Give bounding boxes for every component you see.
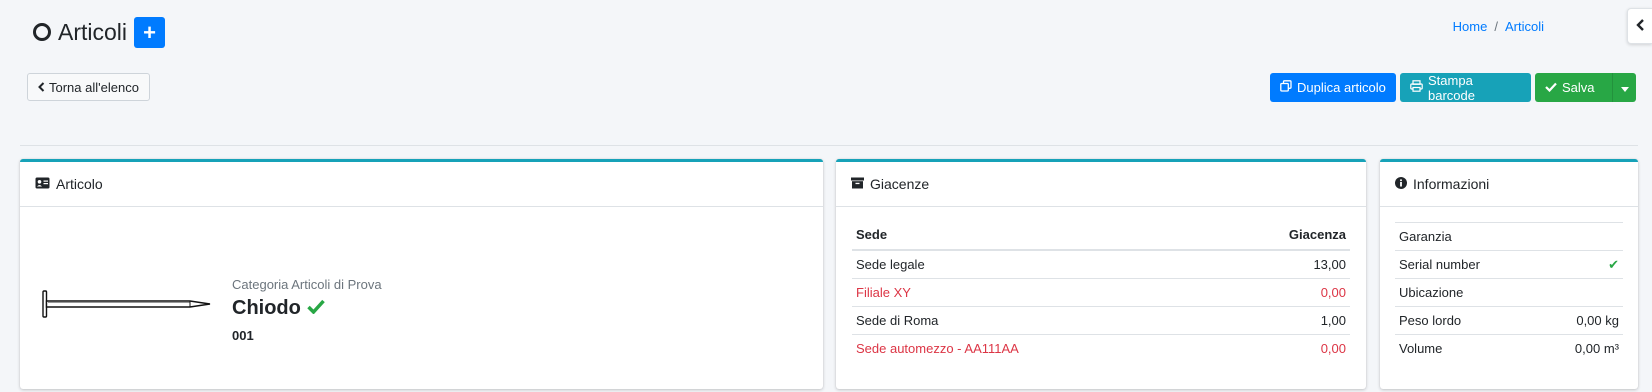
breadcrumb: Home / Articoli [1452, 19, 1544, 34]
article-card: Articolo Categoria Articoli di Prova Chi… [20, 159, 823, 389]
page-header: Articoli + [33, 16, 166, 48]
info-label: Serial number [1395, 250, 1539, 279]
chevron-left-icon [1635, 18, 1645, 35]
column-header-giacenza: Giacenza [1212, 220, 1350, 251]
info-card: Informazioni Garanzia Serial number ✔ Ub… [1380, 159, 1638, 389]
print-barcode-label: Stampa barcode [1428, 72, 1475, 103]
info-card-header: Informazioni [1380, 162, 1638, 207]
duplicate-article-button[interactable]: Duplica articolo [1270, 73, 1396, 102]
stock-card: Giacenze Sede Giacenza Sede legale 13,00… [836, 159, 1366, 389]
stock-quantity: 0,00 [1212, 333, 1350, 362]
info-label: Volume [1395, 334, 1539, 363]
archive-icon [851, 176, 864, 192]
sidebar-toggle-button[interactable] [1627, 8, 1652, 44]
product-name: Chiodo [232, 297, 301, 319]
add-article-button[interactable]: + [134, 16, 166, 48]
column-header-sede: Sede [852, 220, 1213, 251]
stock-table-header: Sede Giacenza [852, 220, 1350, 251]
stock-quantity: 1,00 [1212, 305, 1350, 334]
divider [20, 145, 1638, 146]
info-value [1538, 222, 1623, 251]
product-code: 001 [232, 328, 254, 343]
info-label: Ubicazione [1395, 278, 1539, 307]
table-row: Filiale XY 0,00 [852, 277, 1350, 306]
info-value: 0,00 m³ [1538, 334, 1623, 363]
stock-location: Sede legale [856, 256, 925, 272]
info-label: Peso lordo [1395, 306, 1539, 335]
table-row: Peso lordo 0,00 kg [1395, 306, 1623, 335]
table-row: Sede di Roma 1,00 [852, 305, 1350, 334]
info-label: Garanzia [1395, 222, 1539, 251]
stock-card-header: Giacenze [836, 162, 1366, 207]
table-row: Volume 0,00 m³ [1395, 334, 1623, 363]
stock-card-title: Giacenze [870, 176, 930, 192]
print-barcode-button[interactable]: Stampa barcode [1400, 72, 1531, 103]
article-card-header: Articolo [20, 162, 823, 207]
info-card-title: Informazioni [1413, 176, 1490, 192]
print-icon [1410, 80, 1423, 95]
stock-location: Filiale XY [852, 277, 1213, 306]
info-table: Garanzia Serial number ✔ Ubicazione Peso… [1395, 222, 1623, 363]
table-row: Sede legale 13,00 [852, 250, 1350, 278]
page-title: Articoli [58, 18, 128, 45]
save-button[interactable]: Salva [1535, 73, 1612, 102]
product-category: Categoria Articoli di Prova [232, 277, 382, 292]
info-value [1538, 278, 1623, 307]
back-to-list-label: Torna all'elenco [49, 79, 139, 95]
copy-icon [1280, 80, 1292, 95]
back-to-list-button[interactable]: Torna all'elenco [27, 73, 150, 101]
table-row: Sede automezzo - AA111AA 0,00 [852, 333, 1350, 362]
breadcrumb-articoli[interactable]: Articoli [1505, 19, 1544, 34]
chevron-left-icon [38, 80, 45, 95]
check-icon [307, 297, 325, 320]
page: Articoli + Home / Articoli Torna all'ele… [0, 0, 1652, 392]
check-icon [1545, 80, 1557, 95]
breadcrumb-home[interactable]: Home [1453, 19, 1488, 34]
save-options-dropdown-button[interactable] [1612, 73, 1636, 102]
table-row: Serial number ✔ [1395, 250, 1623, 279]
save-label: Salva [1562, 80, 1595, 95]
stock-location: Sede automezzo - AA111AA [852, 333, 1213, 362]
caret-down-icon [1620, 80, 1629, 95]
article-card-body: Categoria Articoli di Prova Chiodo 001 [20, 207, 823, 387]
product-image [42, 287, 212, 326]
info-circle-icon [1395, 176, 1407, 192]
product-name-row: Chiodo [232, 297, 325, 320]
serial-number-check-icon: ✔ [1538, 250, 1623, 279]
id-card-icon [35, 176, 50, 192]
duplicate-article-label: Duplica articolo [1297, 80, 1386, 95]
article-card-title: Articolo [56, 176, 103, 192]
stock-table: Sede Giacenza Sede legale 13,00 Filiale … [852, 220, 1350, 362]
stock-location: Sede di Roma [852, 305, 1213, 334]
table-row: Ubicazione [1395, 278, 1623, 307]
info-value: 0,00 kg [1538, 306, 1623, 335]
table-row: Garanzia [1395, 222, 1623, 251]
circle-icon [33, 23, 51, 41]
stock-quantity: 0,00 [1212, 277, 1350, 306]
stock-quantity: 13,00 [1313, 256, 1346, 272]
